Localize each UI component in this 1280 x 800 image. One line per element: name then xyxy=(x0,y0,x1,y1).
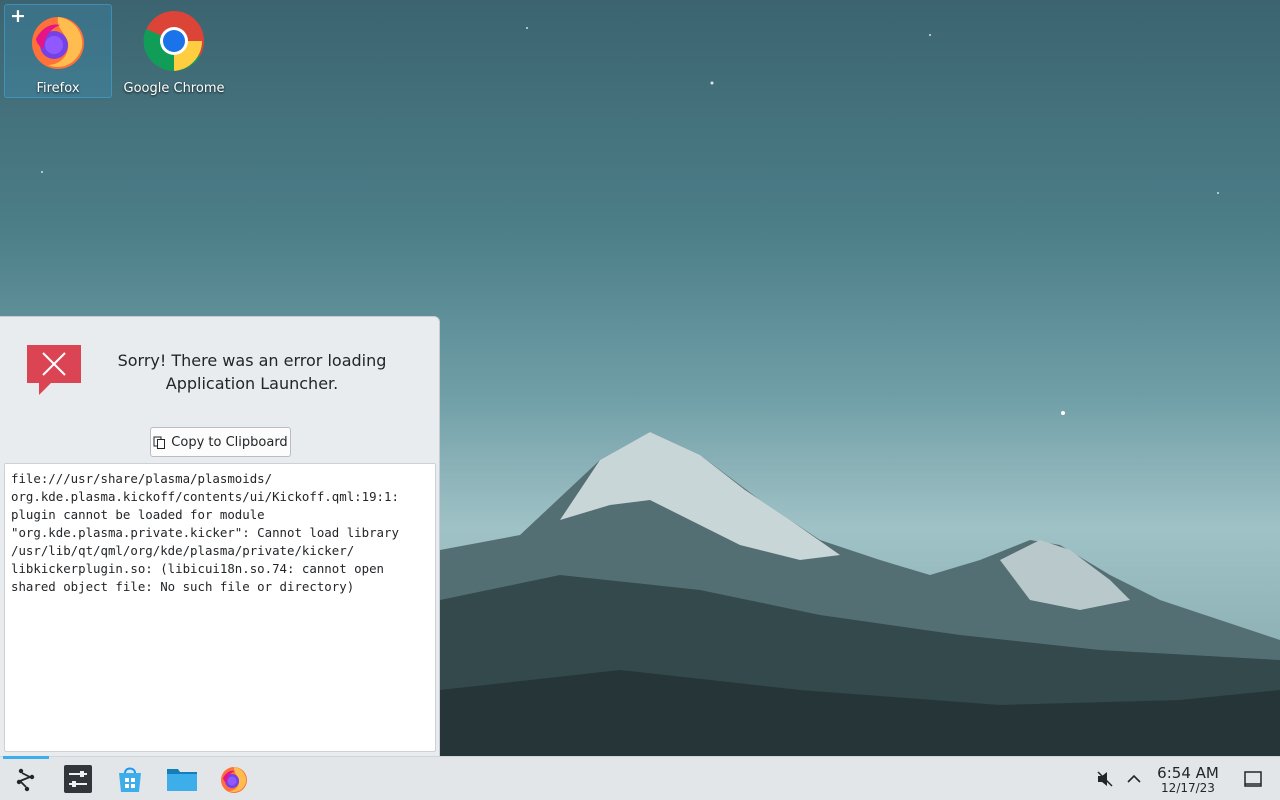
file-manager-icon[interactable] xyxy=(166,763,198,795)
active-indicator xyxy=(3,756,49,759)
taskbar: 6:54 AM 12/17/23 xyxy=(0,756,1280,800)
show-desktop-icon[interactable] xyxy=(1243,769,1263,789)
clock-date[interactable]: 12/17/23 xyxy=(1150,781,1226,795)
volume-muted-icon[interactable] xyxy=(1095,769,1115,789)
error-message-title: Sorry! There was an error loading Applic… xyxy=(117,351,387,393)
copy-button-label: Copy to Clipboard xyxy=(171,434,288,450)
desktop-icon-label: Firefox xyxy=(36,81,80,96)
application-launcher-error-popup: Sorry! There was an error loading Applic… xyxy=(0,316,440,757)
copy-icon xyxy=(153,436,166,449)
copy-to-clipboard-button[interactable]: Copy to Clipboard xyxy=(150,427,291,457)
application-launcher-icon[interactable] xyxy=(10,763,42,795)
firefox-icon[interactable] xyxy=(218,763,250,795)
desktop-icon-label: Google Chrome xyxy=(123,81,225,96)
chevron-up-icon[interactable] xyxy=(1124,769,1144,789)
system-settings-icon[interactable] xyxy=(62,763,94,795)
desktop-icon-firefox[interactable]: Firefox + xyxy=(4,4,112,98)
desktop-icon-google-chrome[interactable]: Google Chrome xyxy=(120,4,228,98)
error-icon xyxy=(27,345,81,395)
discover-store-icon[interactable] xyxy=(114,763,146,795)
clock-time[interactable]: 6:54 AM xyxy=(1150,764,1226,782)
chrome-icon xyxy=(143,11,204,72)
error-details-text[interactable]: file:///usr/share/plasma/plasmoids/ org.… xyxy=(4,463,436,752)
firefox-icon xyxy=(32,17,84,69)
add-to-selection-icon[interactable]: + xyxy=(9,7,27,26)
